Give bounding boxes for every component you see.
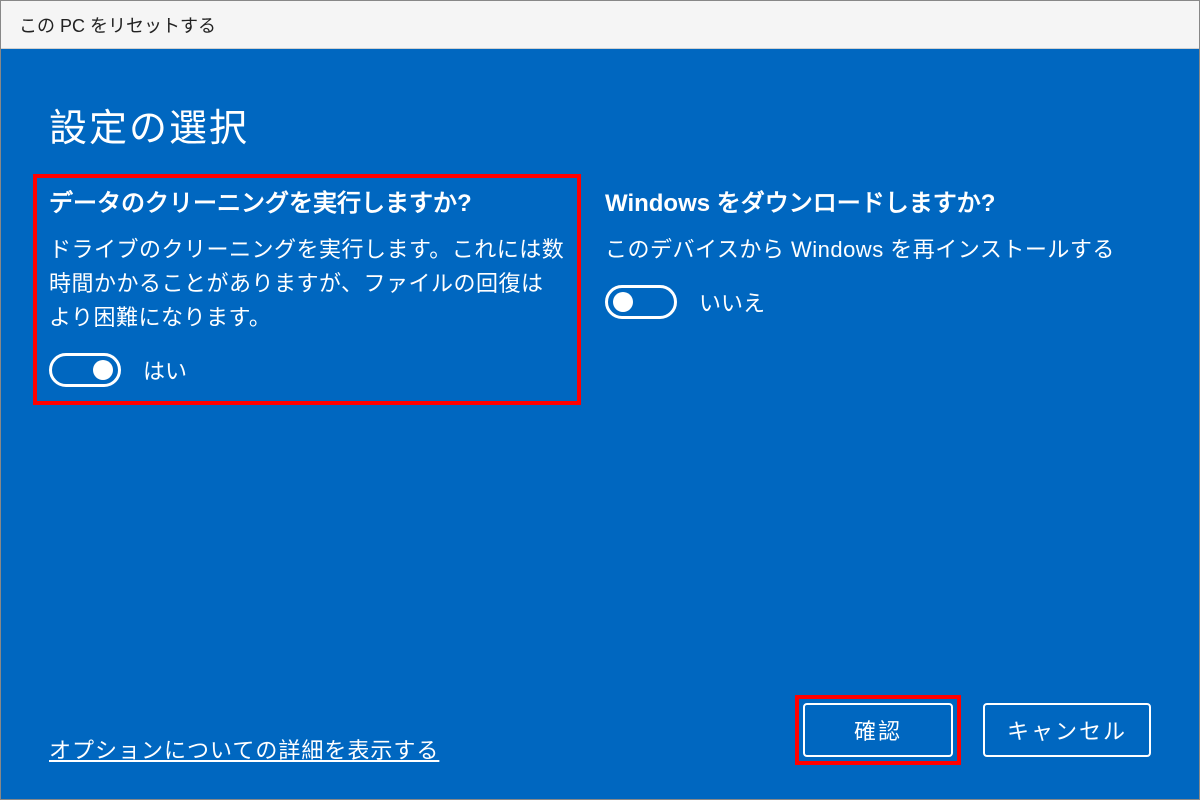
settings-row: データのクリーニングを実行しますか? ドライブのクリーニングを実行します。これに…: [49, 188, 1151, 405]
confirm-button[interactable]: 確認: [803, 703, 953, 757]
reset-pc-dialog: この PC をリセットする 設定の選択 データのクリーニングを実行しますか? ド…: [0, 0, 1200, 800]
setting-clean-toggle[interactable]: [49, 353, 121, 387]
setting-clean-data: データのクリーニングを実行しますか? ドライブのクリーニングを実行します。これに…: [33, 174, 581, 405]
setting-clean-toggle-row: はい: [49, 353, 565, 387]
dialog-content: 設定の選択 データのクリーニングを実行しますか? ドライブのクリーニングを実行し…: [1, 49, 1199, 799]
titlebar: この PC をリセットする: [1, 1, 1199, 49]
setting-download-toggle-row: いいえ: [605, 285, 1149, 319]
more-options-link[interactable]: オプションについての詳細を表示する: [49, 733, 439, 765]
page-title: 設定の選択: [49, 97, 1151, 152]
confirm-highlight: 確認: [795, 695, 961, 765]
setting-download-title: Windows をダウンロードしますか?: [605, 188, 1149, 219]
button-row: 確認 キャンセル: [795, 695, 1151, 765]
cancel-button[interactable]: キャンセル: [983, 703, 1151, 757]
dialog-footer: オプションについての詳細を表示する 確認 キャンセル: [49, 695, 1151, 771]
setting-download-description: このデバイスから Windows を再インストールする: [605, 233, 1149, 267]
window-title: この PC をリセットする: [19, 12, 216, 38]
setting-download-toggle[interactable]: [605, 285, 677, 319]
setting-clean-toggle-label: はい: [143, 354, 187, 386]
setting-clean-title: データのクリーニングを実行しますか?: [49, 188, 565, 219]
toggle-knob-icon: [613, 292, 633, 312]
toggle-knob-icon: [93, 360, 113, 380]
setting-clean-description: ドライブのクリーニングを実行します。これには数時間かかることがありますが、ファイ…: [49, 233, 565, 335]
setting-download-windows: Windows をダウンロードしますか? このデバイスから Windows を再…: [601, 188, 1149, 405]
setting-download-toggle-label: いいえ: [699, 286, 765, 318]
